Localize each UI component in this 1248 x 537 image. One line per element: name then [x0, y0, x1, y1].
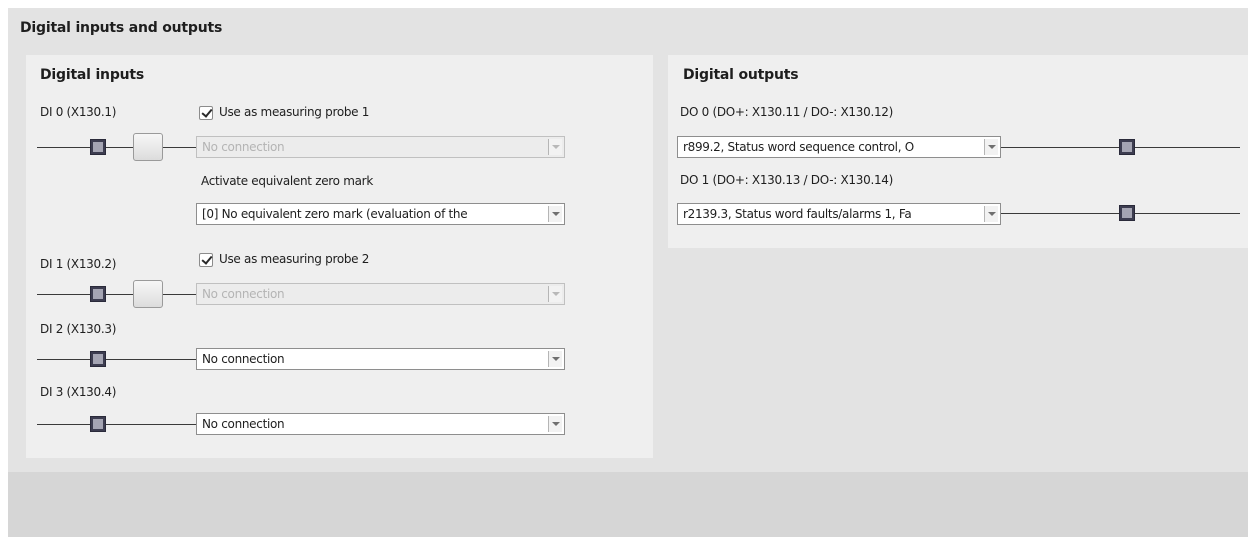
di3-signal-line	[37, 424, 196, 425]
chevron-down-icon	[984, 139, 998, 155]
do1-signal-select[interactable]: r2139.3, Status word faults/alarms 1, Fa	[677, 203, 1001, 225]
chevron-down-icon	[548, 351, 562, 367]
di2-label: DI 2 (X130.3)	[40, 322, 117, 336]
di0-probe-gate	[133, 133, 163, 161]
di1-connection-select[interactable]: No connection	[196, 283, 565, 305]
do1-signal-value: r2139.3, Status word faults/alarms 1, Fa	[683, 207, 912, 221]
di1-signal-line	[37, 294, 196, 295]
di1-probe-checkbox[interactable]	[199, 253, 213, 267]
do0-label: DO 0 (DO+: X130.11 / DO-: X130.12)	[680, 105, 894, 119]
di2-connection-value: No connection	[202, 352, 285, 366]
di1-label: DI 1 (X130.2)	[40, 257, 117, 271]
di0-probe-label: Use as measuring probe 1	[219, 105, 370, 119]
digital-inputs-title: Digital inputs	[40, 67, 145, 83]
di3-label: DI 3 (X130.4)	[40, 385, 117, 399]
di2-connection-select[interactable]: No connection	[196, 348, 565, 370]
do1-output-node	[1119, 205, 1135, 221]
do0-signal-select[interactable]: r899.2, Status word sequence control, O	[677, 136, 1001, 158]
di1-input-node	[90, 286, 106, 302]
do1-label: DO 1 (DO+: X130.13 / DO-: X130.14)	[680, 173, 894, 187]
section-title: Digital inputs and outputs	[20, 20, 223, 36]
chevron-down-icon	[984, 206, 998, 222]
di3-connection-value: No connection	[202, 417, 285, 431]
di3-input-node	[90, 416, 106, 432]
di0-connection-value: No connection	[202, 140, 285, 154]
digital-outputs-title: Digital outputs	[683, 67, 799, 83]
di2-input-node	[90, 351, 106, 367]
do0-signal-value: r899.2, Status word sequence control, O	[683, 140, 914, 154]
chevron-down-icon	[548, 206, 562, 222]
di0-signal-line	[37, 147, 196, 148]
zero-mark-select[interactable]: [0] No equivalent zero mark (evaluation …	[196, 203, 565, 225]
zero-mark-value: [0] No equivalent zero mark (evaluation …	[202, 207, 468, 221]
di0-probe-checkbox[interactable]	[199, 106, 213, 120]
di0-input-node	[90, 139, 106, 155]
di0-connection-select[interactable]: No connection	[196, 136, 565, 158]
chevron-down-icon	[548, 416, 562, 432]
zero-mark-label: Activate equivalent zero mark	[201, 174, 373, 188]
do0-output-node	[1119, 139, 1135, 155]
di1-probe-label: Use as measuring probe 2	[219, 252, 370, 266]
di1-probe-gate	[133, 280, 163, 308]
di2-signal-line	[37, 359, 196, 360]
di3-connection-select[interactable]: No connection	[196, 413, 565, 435]
chevron-down-icon	[548, 139, 562, 155]
di1-connection-value: No connection	[202, 287, 285, 301]
di0-label: DI 0 (X130.1)	[40, 105, 117, 119]
chevron-down-icon	[548, 286, 562, 302]
